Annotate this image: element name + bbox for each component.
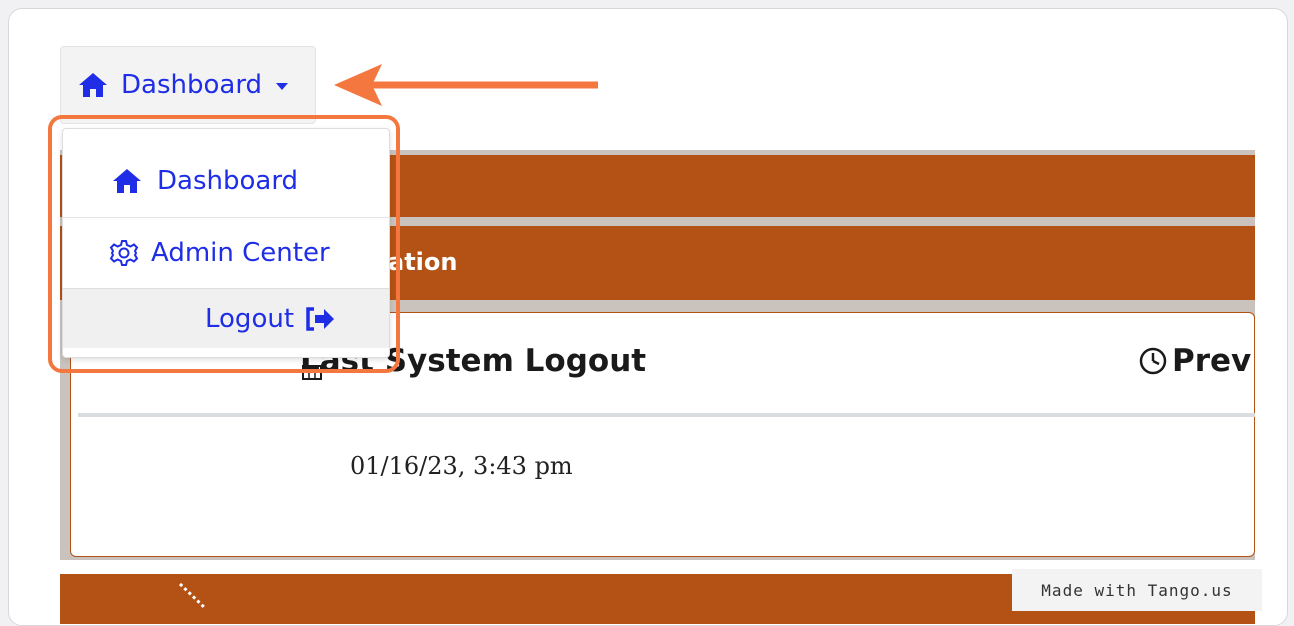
menu-item-admin-center[interactable]: Admin Center bbox=[63, 217, 389, 287]
section-bar-text: ation bbox=[388, 248, 458, 276]
menu-item-dashboard-label: Dashboard bbox=[157, 166, 299, 196]
menu-item-logout-label: Logout bbox=[205, 303, 295, 334]
pointer-arrow-icon bbox=[334, 64, 598, 106]
prev-label: Prev bbox=[1172, 343, 1252, 379]
menu-item-logout[interactable]: Logout bbox=[63, 288, 389, 348]
dashboard-dropdown-button[interactable]: Dashboard bbox=[60, 46, 316, 124]
gear-icon bbox=[109, 239, 139, 266]
logout-date: 01/16/23, 3:43 pm bbox=[350, 452, 573, 480]
logout-icon bbox=[306, 306, 335, 331]
clock-icon bbox=[1139, 347, 1167, 375]
home-icon bbox=[79, 73, 107, 97]
home-icon bbox=[113, 169, 141, 193]
menu-item-admin-center-label: Admin Center bbox=[151, 237, 330, 268]
menu-item-dashboard[interactable]: Dashboard bbox=[63, 146, 389, 216]
dashboard-button-label: Dashboard bbox=[121, 70, 263, 100]
prev-heading: Prev bbox=[1138, 343, 1251, 379]
tango-watermark: Made with Tango.us bbox=[1012, 569, 1262, 611]
decorative-stripe bbox=[178, 582, 207, 610]
card-divider bbox=[78, 413, 1255, 417]
chevron-down-icon bbox=[276, 82, 289, 90]
